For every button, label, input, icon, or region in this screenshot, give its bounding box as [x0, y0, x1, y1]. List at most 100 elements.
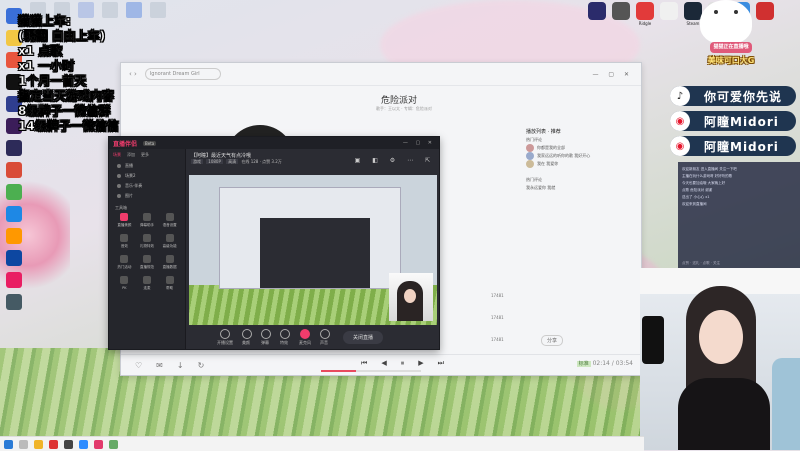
toolbox-item[interactable]: 高级功能	[158, 234, 181, 249]
scene-item[interactable]: 直播	[109, 161, 185, 171]
app-icon[interactable]	[64, 439, 73, 449]
app-icon[interactable]	[6, 228, 22, 244]
tool-label: 高级功能	[162, 244, 177, 248]
download-icon[interactable]: ↓	[177, 361, 184, 370]
overlay-line: 指定当天游戏内容	[18, 89, 115, 103]
back-icon[interactable]: ‹ ›	[129, 70, 137, 78]
prev-button[interactable]: ⏮	[361, 359, 367, 368]
end-live-button[interactable]: 关闭直播	[343, 330, 384, 344]
window-controls[interactable]: — ▢ ✕	[403, 140, 435, 146]
app-icon[interactable]	[756, 2, 774, 20]
app-icon[interactable]	[588, 2, 606, 20]
app-icon[interactable]	[6, 162, 22, 178]
toolbox-item[interactable]: 语音设置	[158, 213, 181, 228]
search-icon[interactable]	[19, 439, 28, 449]
tool-icon	[120, 276, 129, 284]
stream-control-button[interactable]: 麦克风	[299, 328, 311, 346]
beta-badge: Beta	[143, 140, 157, 146]
room-stats: 在线 128 · 点赞 3.2万	[241, 159, 282, 164]
app-icon[interactable]	[79, 439, 88, 449]
file-icon[interactable]	[150, 2, 166, 18]
gaming-chair	[772, 358, 800, 450]
toolbox-item[interactable]: 直播美颜	[113, 213, 136, 228]
room-tag[interactable]: 高清	[226, 159, 239, 164]
comment-icon[interactable]: ✉	[156, 361, 163, 370]
rewind-button[interactable]: ◀	[381, 359, 386, 368]
avatar	[526, 152, 534, 160]
toolbox-item[interactable]: 热门活动	[113, 255, 136, 270]
stream-control-button[interactable]: 特效	[280, 328, 290, 346]
file-icon[interactable]	[126, 2, 142, 18]
forward-button[interactable]: ▶	[418, 359, 423, 368]
chat-message: 送出了 小心心 x1	[682, 195, 710, 199]
window-controls[interactable]: — ▢ ✕	[592, 71, 633, 78]
tool-icon	[120, 213, 129, 221]
room-tag[interactable]: 游戏	[191, 159, 203, 164]
toolbox-item[interactable]: 礼物特效	[136, 234, 159, 249]
tool-label: 礼物特效	[139, 244, 154, 248]
tool-icon	[142, 255, 151, 263]
app-icon[interactable]	[6, 272, 22, 288]
stream-bottom-bar: 开播设置 美颜 弹幕 特效 麦克风 声音 关闭直播	[187, 325, 469, 349]
taskbar	[0, 436, 644, 451]
streamer-face	[699, 310, 743, 364]
scene-item[interactable]: 图片	[109, 191, 185, 201]
share-icon[interactable]: ↻	[198, 361, 205, 370]
douyin-icon: ♪	[670, 86, 690, 106]
app-icon[interactable]	[6, 250, 22, 266]
toolbox-item[interactable]: PK	[113, 276, 136, 291]
app-icon[interactable]	[109, 439, 118, 449]
preview-nested-window	[219, 187, 401, 289]
scene-tabs: 场景 添加 更多	[109, 149, 185, 161]
weibo-icon: ◉	[670, 111, 690, 131]
app-icon[interactable]	[6, 184, 22, 200]
room-tag[interactable]: 1080P	[206, 159, 223, 164]
toolbox-item[interactable]: 连麦	[136, 276, 159, 291]
steam-icon[interactable]: Steam	[684, 2, 702, 26]
app-icon[interactable]	[6, 206, 22, 222]
toolbox-item[interactable]: 直播规范	[136, 255, 159, 270]
stream-titlebar: 直播伴侣 Beta — ▢ ✕	[109, 137, 439, 149]
stream-slogan: 猫猫正在直播哦 美味可口大G	[689, 40, 773, 66]
tab-scene[interactable]: 场景	[113, 152, 121, 158]
pause-button[interactable]: ⏸	[401, 359, 405, 368]
toolbox-item[interactable]: 弹幕助手	[136, 213, 159, 228]
tab-more[interactable]: 更多	[141, 152, 149, 158]
app-icon[interactable]	[6, 294, 22, 310]
stream-app-window[interactable]: 直播伴侣 Beta — ▢ ✕ 场景 添加 更多 直播 场景2 音乐·伴奏 图片…	[108, 136, 440, 350]
app-icon[interactable]	[34, 439, 43, 449]
stream-preview[interactable]	[189, 175, 437, 325]
quality-badge[interactable]: 标准	[576, 361, 591, 367]
search-input[interactable]: Ignorant Dream Girl	[144, 68, 221, 80]
app-icon[interactable]	[612, 2, 630, 20]
start-icon[interactable]	[4, 439, 13, 449]
tool-label: 连麦	[143, 286, 151, 290]
scene-item[interactable]: 音乐·伴奏	[109, 181, 185, 191]
stream-control-button[interactable]: 声音	[320, 328, 330, 346]
control-label: 美颜	[242, 339, 250, 345]
app-icon[interactable]	[660, 2, 678, 20]
app-icon[interactable]	[49, 439, 58, 449]
next-button[interactable]: ⏭	[438, 359, 444, 368]
toolbox-item[interactable]: 帮助	[158, 276, 181, 291]
heart-icon[interactable]: ♡	[135, 361, 142, 370]
stream-control-button[interactable]: 弹幕	[261, 328, 271, 346]
share-button[interactable]: 分享	[541, 335, 564, 346]
stream-header-icons[interactable]: ▣ ◧ ⚙ ⋯ ⇱	[355, 157, 435, 164]
song-title: 危险派对	[381, 96, 418, 106]
app-icon[interactable]	[94, 439, 103, 449]
toolbox-item[interactable]: 音效	[113, 234, 136, 249]
app-icon[interactable]	[6, 140, 22, 156]
control-label: 麦克风	[299, 339, 311, 345]
scene-item[interactable]: 场景2	[109, 171, 185, 181]
toolbox-item[interactable]: 直播数据	[158, 255, 181, 270]
chat-footer: 点赞 · 送礼 · 点歌 · 关注	[682, 261, 721, 265]
stream-control-button[interactable]: 美颜	[242, 328, 252, 346]
tool-label: 语音设置	[162, 223, 177, 227]
stream-control-button[interactable]: 开播设置	[217, 328, 233, 346]
tool-icon	[165, 255, 174, 263]
progress-bar[interactable]	[321, 370, 421, 372]
tab-add[interactable]: 添加	[127, 152, 135, 158]
control-label: 开播设置	[217, 339, 233, 345]
app-icon[interactable]: Ridgle	[636, 2, 654, 26]
